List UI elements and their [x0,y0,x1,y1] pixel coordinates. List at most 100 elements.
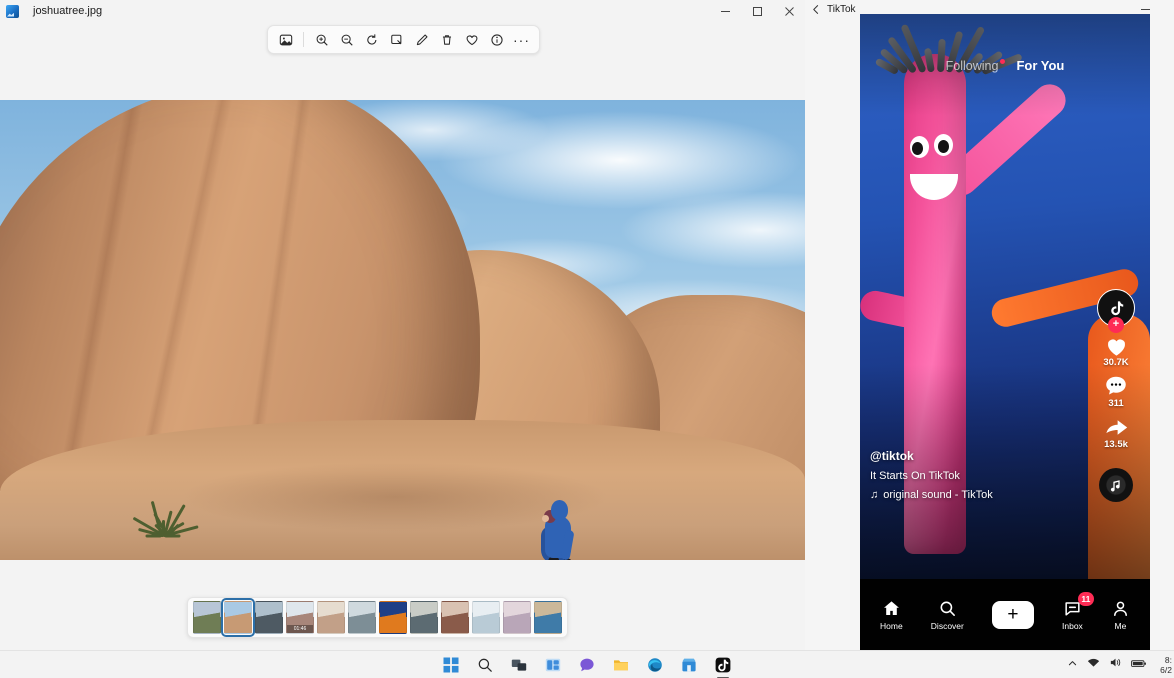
filmstrip-thumbnail[interactable] [348,601,376,634]
photos-window-controls [709,0,805,22]
inbox-badge: 11 [1078,592,1094,606]
hiker-figure [535,500,585,560]
desert-shrub [142,484,186,536]
close-button[interactable] [773,0,805,22]
nav-me[interactable]: Me [1111,598,1130,631]
tab-following[interactable]: Following [946,59,999,73]
windows-taskbar: 8: 6/2 [0,650,1174,678]
creator-avatar[interactable]: + [1097,289,1135,327]
music-disc-icon[interactable] [1099,468,1133,502]
like-button[interactable]: 30.7K [1103,335,1130,368]
task-view-button[interactable] [509,655,529,675]
share-count: 13.5k [1104,439,1128,450]
zoom-out-button[interactable] [335,28,358,51]
filmstrip-thumbnail[interactable] [193,601,221,634]
filmstrip-thumbnail[interactable] [534,601,562,634]
desktop: joshuatree.jpg [0,0,1174,678]
nav-home-label: Home [880,621,903,631]
crop-button[interactable] [385,28,408,51]
filmstrip-thumbnail[interactable] [441,601,469,634]
tiktok-video[interactable]: Following For You + [860,14,1150,579]
maximize-button[interactable] [741,0,773,22]
tab-for-you-label: For You [1016,58,1064,73]
search-button[interactable] [475,655,495,675]
share-button[interactable]: 13.5k [1103,417,1130,450]
heart-icon [1103,335,1130,355]
photos-window: joshuatree.jpg [0,0,805,650]
filmstrip-thumbnail[interactable] [224,601,252,634]
filmstrip-thumbnail[interactable] [503,601,531,634]
taskbar-apps [441,655,733,675]
widgets-button[interactable] [543,655,563,675]
tiktok-taskbar-button[interactable] [713,655,733,675]
comment-icon [1103,376,1129,396]
delete-button[interactable] [435,28,458,51]
notification-dot [1000,59,1005,64]
follow-plus-badge[interactable]: + [1108,317,1124,333]
music-note-icon: ♫ [870,489,878,501]
tab-for-you[interactable]: For You [1016,58,1064,73]
toolbar-divider [303,32,304,47]
photo-filmstrip[interactable]: 01:46 [187,597,568,638]
clock-time: 8: [1156,655,1172,665]
ellipsis-icon: ··· [513,33,530,47]
start-button[interactable] [441,655,461,675]
photo-canvas[interactable] [0,100,805,560]
sound-name: original sound - TikTok [883,489,992,501]
filmstrip-thumbnail[interactable] [410,601,438,634]
edge-button[interactable] [645,655,665,675]
clock-date-value: 6/2 [1156,665,1172,675]
comment-count: 311 [1108,398,1123,409]
store-button[interactable] [679,655,699,675]
home-icon [882,598,901,618]
nav-home[interactable]: Home [880,598,903,631]
tiktok-window: TikTok [805,0,1174,650]
filmstrip-thumbnail[interactable] [472,601,500,634]
edit-image-button[interactable] [410,28,433,51]
tiktok-app-viewport: Following For You + [860,14,1150,650]
file-explorer-button[interactable] [611,655,631,675]
see-more-button[interactable]: ··· [510,28,533,51]
sound-row[interactable]: ♫ original sound - TikTok [870,489,1060,501]
nav-inbox-label: Inbox [1062,621,1083,631]
volume-icon[interactable] [1109,656,1122,674]
chevron-up-icon[interactable] [1067,656,1078,674]
tiktok-bottom-nav: Home Discover + 11 Inbox [860,579,1150,650]
creator-username[interactable]: @tiktok [870,449,1060,463]
filmstrip-thumbnail[interactable] [379,601,407,634]
tiktok-window-title: TikTok [827,4,856,15]
filmstrip-thumbnail[interactable] [317,601,345,634]
minimize-button[interactable] [709,0,741,22]
search-icon [938,598,957,618]
info-button[interactable] [485,28,508,51]
inbox-icon: 11 [1063,598,1082,618]
tiktok-feed-tabs: Following For You [860,58,1150,73]
person-icon [1111,598,1130,618]
nav-inbox[interactable]: 11 Inbox [1062,598,1083,631]
battery-icon[interactable] [1131,656,1147,674]
system-tray: 8: 6/2 [1067,651,1174,678]
favorite-button[interactable] [460,28,483,51]
clock-date[interactable]: 8: 6/2 [1156,655,1172,675]
chat-button[interactable] [577,655,597,675]
thumbnail-duration: 01:46 [287,625,313,633]
zoom-in-button[interactable] [310,28,333,51]
video-caption: @tiktok It Starts On TikTok ♫ original s… [870,449,1060,501]
wifi-icon[interactable] [1087,656,1100,674]
back-arrow-icon[interactable] [805,0,827,18]
filmstrip-thumbnail[interactable]: 01:46 [286,601,314,634]
photos-app-icon [6,5,19,18]
filmstrip-thumbnail[interactable] [255,601,283,634]
nav-create[interactable]: + [992,601,1034,629]
create-plus-icon[interactable]: + [992,601,1034,629]
video-description: It Starts On TikTok [870,470,1060,482]
tab-following-label: Following [946,59,999,73]
nav-discover[interactable]: Discover [931,598,964,631]
nav-me-label: Me [1114,621,1126,631]
comment-button[interactable]: 311 [1103,376,1129,409]
photos-titlebar[interactable]: joshuatree.jpg [0,0,805,22]
fit-to-window-button[interactable] [274,28,297,51]
rotate-button[interactable] [360,28,383,51]
creator-avatar-wrap[interactable]: + [1097,289,1135,327]
like-count: 30.7K [1103,357,1128,368]
